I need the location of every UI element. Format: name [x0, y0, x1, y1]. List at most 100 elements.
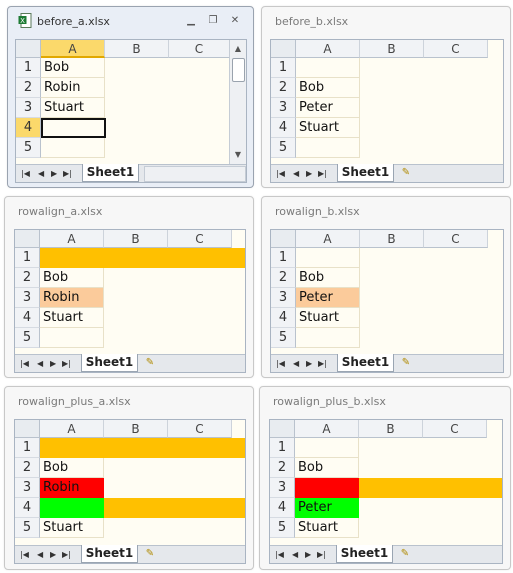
column-header-c[interactable]: C	[423, 420, 487, 438]
cell-a2[interactable]: Robin	[41, 78, 105, 98]
row-header-1[interactable]: 1	[271, 248, 296, 268]
cell-a4[interactable]: Stuart	[296, 118, 360, 138]
prev-sheet-icon[interactable]: ◀	[37, 546, 43, 563]
scroll-thumb[interactable]	[232, 58, 245, 82]
sheet-tab[interactable]: Sheet1	[81, 354, 138, 372]
cell-a1[interactable]	[295, 438, 359, 458]
first-sheet-icon[interactable]: |◀	[276, 355, 285, 372]
cell-a3[interactable]: Peter	[296, 288, 360, 308]
row-header-1[interactable]: 1	[16, 58, 41, 78]
row-header-2[interactable]: 2	[15, 268, 40, 288]
cell-a5[interactable]	[41, 138, 105, 158]
prev-sheet-icon[interactable]: ◀	[37, 355, 43, 372]
row-header-1[interactable]: 1	[270, 438, 295, 458]
next-sheet-icon[interactable]: ▶	[306, 165, 312, 182]
last-sheet-icon[interactable]: ▶|	[63, 165, 72, 182]
cell-a5[interactable]	[296, 328, 360, 348]
row-header-1[interactable]: 1	[15, 438, 40, 458]
column-header-c[interactable]: C	[424, 40, 488, 58]
insert-sheet-icon[interactable]: ✎	[140, 356, 160, 369]
select-all-corner[interactable]	[15, 230, 40, 248]
first-sheet-icon[interactable]: |◀	[20, 546, 29, 563]
row-header-3[interactable]: 3	[15, 478, 40, 498]
column-header-a[interactable]: A	[41, 40, 105, 58]
horizontal-scrollbar[interactable]	[144, 166, 246, 182]
next-sheet-icon[interactable]: ▶	[50, 355, 56, 372]
cell-a3[interactable]: Robin	[40, 478, 104, 498]
next-sheet-icon[interactable]: ▶	[306, 355, 312, 372]
select-all-corner[interactable]	[16, 40, 41, 58]
cell-a1[interactable]	[296, 58, 360, 78]
cell-a4[interactable]	[40, 498, 104, 518]
row-1-highlight[interactable]	[40, 248, 245, 268]
select-all-corner[interactable]	[271, 230, 296, 248]
insert-sheet-icon[interactable]: ✎	[396, 356, 416, 369]
row-header-5[interactable]: 5	[270, 518, 295, 538]
column-header-a[interactable]: A	[296, 230, 360, 248]
first-sheet-icon[interactable]: |◀	[21, 165, 30, 182]
row-header-2[interactable]: 2	[270, 458, 295, 478]
minimize-icon[interactable]: ▁	[183, 14, 199, 28]
last-sheet-icon[interactable]: ▶|	[317, 546, 326, 563]
next-sheet-icon[interactable]: ▶	[305, 546, 311, 563]
select-all-corner[interactable]	[271, 40, 296, 58]
cell-a4[interactable]: Stuart	[40, 308, 104, 328]
cell-a2[interactable]: Bob	[296, 78, 360, 98]
row-header-3[interactable]: 3	[270, 478, 295, 498]
row-header-5[interactable]: 5	[15, 518, 40, 538]
cell-a2[interactable]: Bob	[296, 268, 360, 288]
column-header-b[interactable]: B	[104, 420, 168, 438]
row-header-5[interactable]: 5	[271, 138, 296, 158]
vertical-scrollbar[interactable]: ▲ ▼	[229, 40, 246, 165]
last-sheet-icon[interactable]: ▶|	[62, 355, 71, 372]
sheet-tab[interactable]: Sheet1	[82, 164, 139, 182]
sheet-tab[interactable]: Sheet1	[81, 545, 138, 563]
row-header-3[interactable]: 3	[271, 98, 296, 118]
spreadsheet-grid[interactable]: A B C 1 2 3 4 5 Bob Peter Stuart |◀ ◀ ▶ …	[270, 39, 504, 183]
sheet-tab[interactable]: Sheet1	[336, 545, 393, 563]
sheet-tab[interactable]: Sheet1	[337, 354, 394, 372]
row-header-4[interactable]: 4	[15, 308, 40, 328]
next-sheet-icon[interactable]: ▶	[51, 165, 57, 182]
column-header-a[interactable]: A	[296, 40, 360, 58]
cell-a1[interactable]	[296, 248, 360, 268]
cell-a5[interactable]: Stuart	[40, 518, 104, 538]
last-sheet-icon[interactable]: ▶|	[318, 355, 327, 372]
scroll-up-icon[interactable]: ▲	[231, 42, 245, 56]
last-sheet-icon[interactable]: ▶|	[318, 165, 327, 182]
cell-a3[interactable]: Peter	[296, 98, 360, 118]
row-header-2[interactable]: 2	[16, 78, 41, 98]
select-all-corner[interactable]	[270, 420, 295, 438]
insert-sheet-icon[interactable]: ✎	[395, 547, 415, 560]
first-sheet-icon[interactable]: |◀	[275, 546, 284, 563]
insert-sheet-icon[interactable]: ✎	[396, 166, 416, 179]
row-header-4[interactable]: 4	[271, 118, 296, 138]
column-header-c[interactable]: C	[424, 230, 488, 248]
column-header-b[interactable]: B	[360, 40, 424, 58]
close-icon[interactable]: ✕	[227, 14, 243, 28]
column-header-a[interactable]: A	[295, 420, 359, 438]
window-rowalign-plus-b[interactable]: rowalign_plus_b.xlsx A B C 1 2 3 4 5 Bob…	[259, 386, 511, 570]
row-1-highlight[interactable]	[40, 438, 245, 458]
first-sheet-icon[interactable]: |◀	[276, 165, 285, 182]
insert-sheet-icon[interactable]: ✎	[140, 547, 160, 560]
restore-icon[interactable]: ❐	[205, 14, 221, 28]
column-header-b[interactable]: B	[104, 230, 168, 248]
window-before-b[interactable]: before_b.xlsx A B C 1 2 3 4 5 Bob Peter …	[261, 6, 511, 188]
row-4-highlight[interactable]	[104, 498, 245, 518]
row-header-5[interactable]: 5	[16, 138, 41, 158]
cell-a4-selected[interactable]	[41, 118, 106, 138]
row-header-3[interactable]: 3	[16, 98, 41, 118]
column-header-c[interactable]: C	[168, 420, 232, 438]
spreadsheet-grid[interactable]: A B C 1 2 3 4 5 Bob Peter Stuart |◀ ◀ ▶ …	[269, 419, 503, 564]
row-header-2[interactable]: 2	[271, 78, 296, 98]
column-header-b[interactable]: B	[360, 230, 424, 248]
column-header-b[interactable]: B	[105, 40, 169, 58]
column-header-b[interactable]: B	[359, 420, 423, 438]
spreadsheet-grid[interactable]: A B C 1 2 3 4 5 Bob Robin Stuart |◀ ◀ ▶ …	[14, 419, 246, 564]
cell-a5[interactable]	[296, 138, 360, 158]
cell-a4[interactable]: Stuart	[296, 308, 360, 328]
next-sheet-icon[interactable]: ▶	[50, 546, 56, 563]
cell-a1[interactable]: Bob	[41, 58, 105, 78]
prev-sheet-icon[interactable]: ◀	[292, 546, 298, 563]
